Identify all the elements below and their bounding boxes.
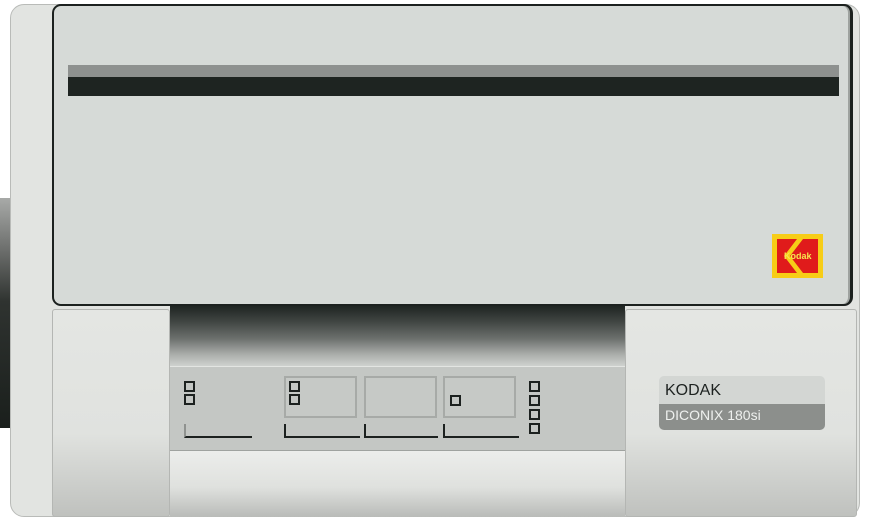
indicator-light — [289, 381, 300, 392]
model-name: DICONIX 180si — [665, 407, 761, 423]
control-panel — [170, 366, 625, 450]
panel-bracket — [443, 424, 519, 438]
paper-exit-tray — [170, 306, 625, 366]
indicator-light — [184, 394, 195, 405]
model-badge: KODAK DICONIX 180si — [659, 376, 825, 430]
indicator-light — [289, 394, 300, 405]
panel-bracket — [184, 424, 252, 438]
indicator-light — [184, 381, 195, 392]
indicator-light — [529, 395, 540, 406]
panel-bracket — [364, 424, 438, 438]
panel-button-2[interactable] — [364, 376, 437, 418]
indicator-light — [529, 423, 540, 434]
front-lip — [170, 450, 625, 517]
panel-bracket — [284, 424, 360, 438]
indicator-light — [529, 381, 540, 392]
left-side-panel — [52, 309, 170, 517]
brand-name: KODAK — [665, 382, 722, 399]
kodak-logo-icon: Kodak — [772, 234, 823, 278]
logo-text: Kodak — [784, 251, 812, 261]
indicator-light — [450, 395, 461, 406]
paper-slot — [68, 77, 839, 96]
indicator-light — [529, 409, 540, 420]
paper-slot-edge — [68, 65, 839, 77]
printer-lid[interactable] — [52, 4, 853, 306]
